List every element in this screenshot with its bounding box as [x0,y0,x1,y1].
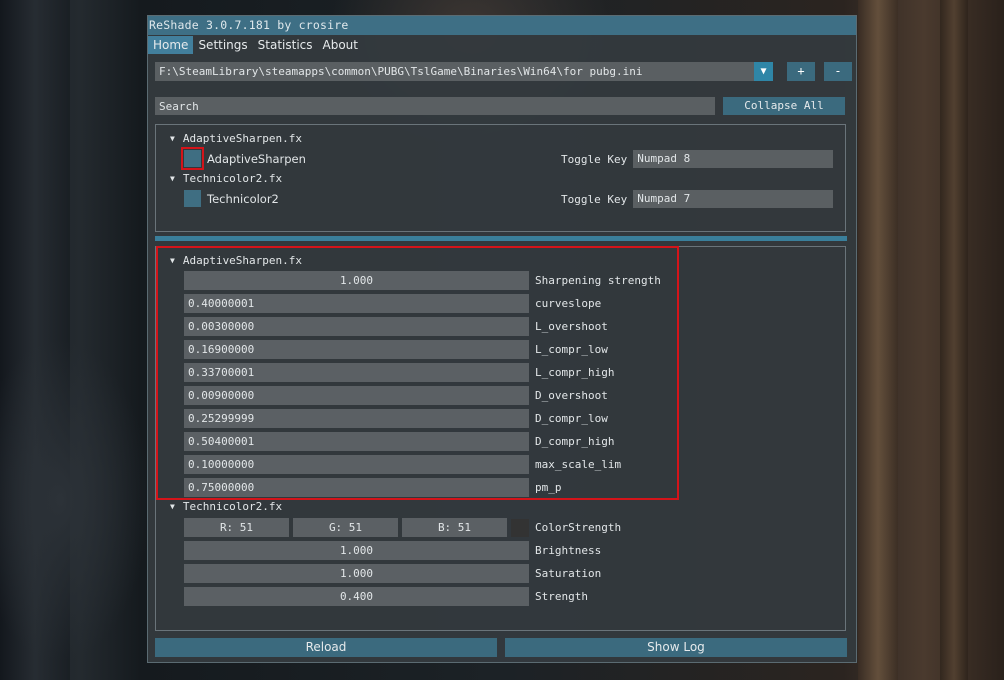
param-label: L_overshoot [535,320,608,333]
color-b-input[interactable]: B: 51 [402,518,507,537]
expand-triangle-icon: ▼ [170,174,175,183]
tree-node-adaptivesharpen-params[interactable]: ▼ AdaptiveSharpen.fx [170,254,302,267]
technique-list-panel: ▼ AdaptiveSharpen.fx AdaptiveSharpen Tog… [155,124,846,232]
param-row: 0.00300000 L_overshoot [184,317,608,336]
technique-checkbox[interactable] [184,190,201,207]
param-slider[interactable]: 1.000 [184,541,529,560]
tree-node-label: Technicolor2.fx [182,172,283,185]
search-input[interactable] [155,97,715,115]
param-label: L_compr_low [535,343,608,356]
toggle-key-label: Toggle Key [561,152,628,166]
menu-bar: Home Settings Statistics About [148,35,856,55]
param-row: 0.50400001 D_compr_high [184,432,614,451]
expand-triangle-icon: ▼ [170,502,175,511]
reload-button[interactable]: Reload [155,638,497,657]
param-row: 0.40000001 curveslope [184,294,601,313]
param-input[interactable]: 0.10000000 [184,455,529,474]
toggle-key-row: Toggle Key Numpad 8 [561,150,834,168]
color-swatch[interactable] [511,518,529,537]
param-slider[interactable]: 1.000 [184,271,529,290]
param-input[interactable]: 0.16900000 [184,340,529,359]
param-label: Brightness [535,544,602,557]
param-label: curveslope [535,297,602,310]
param-row: 0.75000000 pm_p [184,478,562,497]
tab-about[interactable]: About [318,36,363,54]
param-input[interactable]: 0.00900000 [184,386,529,405]
show-log-button[interactable]: Show Log [505,638,847,657]
param-input[interactable]: 0.40000001 [184,294,529,313]
preset-path-text: F:\SteamLibrary\steamapps\common\PUBG\Ts… [159,65,643,78]
dropdown-arrow-icon[interactable]: ▼ [754,62,773,81]
toggle-key-field[interactable]: Numpad 8 [633,150,834,168]
color-r-input[interactable]: R: 51 [184,518,289,537]
color-rgb-fields: R: 51 G: 51 B: 51 [184,518,511,537]
background-post [940,0,968,680]
remove-preset-button[interactable]: - [824,62,852,81]
technique-label: AdaptiveSharpen [207,151,306,166]
param-label: max_scale_lim [535,458,622,471]
param-label: D_overshoot [535,389,608,402]
technique-checkbox[interactable] [181,147,204,170]
background-rock [0,300,146,680]
search-row: Collapse All [155,97,845,115]
preset-path-combo[interactable]: F:\SteamLibrary\steamapps\common\PUBG\Ts… [155,62,773,81]
param-row: 0.00900000 D_overshoot [184,386,608,405]
background-post [858,0,898,680]
preset-row: F:\SteamLibrary\steamapps\common\PUBG\Ts… [155,62,852,81]
add-preset-button[interactable]: + [787,62,815,81]
param-row: 0.16900000 L_compr_low [184,340,608,359]
param-row: 1.000 Brightness [184,541,601,560]
tree-node-adaptivesharpen[interactable]: ▼ AdaptiveSharpen.fx [170,132,302,145]
reshade-window: ReShade 3.0.7.181 by crosire Home Settin… [147,15,857,663]
param-row: 0.400 Strength [184,587,588,606]
tree-node-label: AdaptiveSharpen.fx [182,132,303,145]
splitter[interactable] [155,236,847,241]
parameters-panel: ▼ AdaptiveSharpen.fx 1.000 Sharpening st… [155,246,846,631]
param-row: 1.000 Saturation [184,564,601,583]
color-param-row: R: 51 G: 51 B: 51 ColorStrength [184,518,621,537]
technique-label: Technicolor2 [207,191,279,206]
technique-row-adaptivesharpen: AdaptiveSharpen [181,147,306,170]
tree-node-label: AdaptiveSharpen.fx [182,254,303,267]
param-row: 0.33700001 L_compr_high [184,363,614,382]
param-input[interactable]: 0.00300000 [184,317,529,336]
toggle-key-field[interactable]: Numpad 7 [633,190,834,208]
param-label: Saturation [535,567,602,580]
param-label: D_compr_high [535,435,615,448]
param-row: 0.25299999 D_compr_low [184,409,608,428]
param-label: Strength [535,590,588,603]
toggle-key-label: Toggle Key [561,192,628,206]
toggle-key-row: Toggle Key Numpad 7 [561,190,834,208]
tab-settings[interactable]: Settings [193,36,252,54]
param-label: ColorStrength [535,521,622,534]
expand-triangle-icon: ▼ [170,134,175,143]
param-input[interactable]: 0.25299999 [184,409,529,428]
tree-node-technicolor2-params[interactable]: ▼ Technicolor2.fx [170,500,282,513]
param-label: L_compr_high [535,366,615,379]
color-g-input[interactable]: G: 51 [293,518,398,537]
technique-row-technicolor2: Technicolor2 [184,190,279,207]
param-row: 1.000 Sharpening strength [184,271,661,290]
param-label: pm_p [535,481,562,494]
param-slider[interactable]: 0.400 [184,587,529,606]
tab-home[interactable]: Home [148,36,194,54]
tree-node-label: Technicolor2.fx [182,500,283,513]
param-label: D_compr_low [535,412,608,425]
param-input[interactable]: 0.33700001 [184,363,529,382]
expand-triangle-icon: ▼ [170,256,175,265]
tab-statistics[interactable]: Statistics [253,36,318,54]
tree-node-technicolor2[interactable]: ▼ Technicolor2.fx [170,172,282,185]
param-slider[interactable]: 1.000 [184,564,529,583]
window-title[interactable]: ReShade 3.0.7.181 by crosire [148,16,856,35]
collapse-all-button[interactable]: Collapse All [723,97,845,115]
param-input[interactable]: 0.50400001 [184,432,529,451]
param-label: Sharpening strength [535,274,661,287]
param-input[interactable]: 0.75000000 [184,478,529,497]
param-row: 0.10000000 max_scale_lim [184,455,621,474]
